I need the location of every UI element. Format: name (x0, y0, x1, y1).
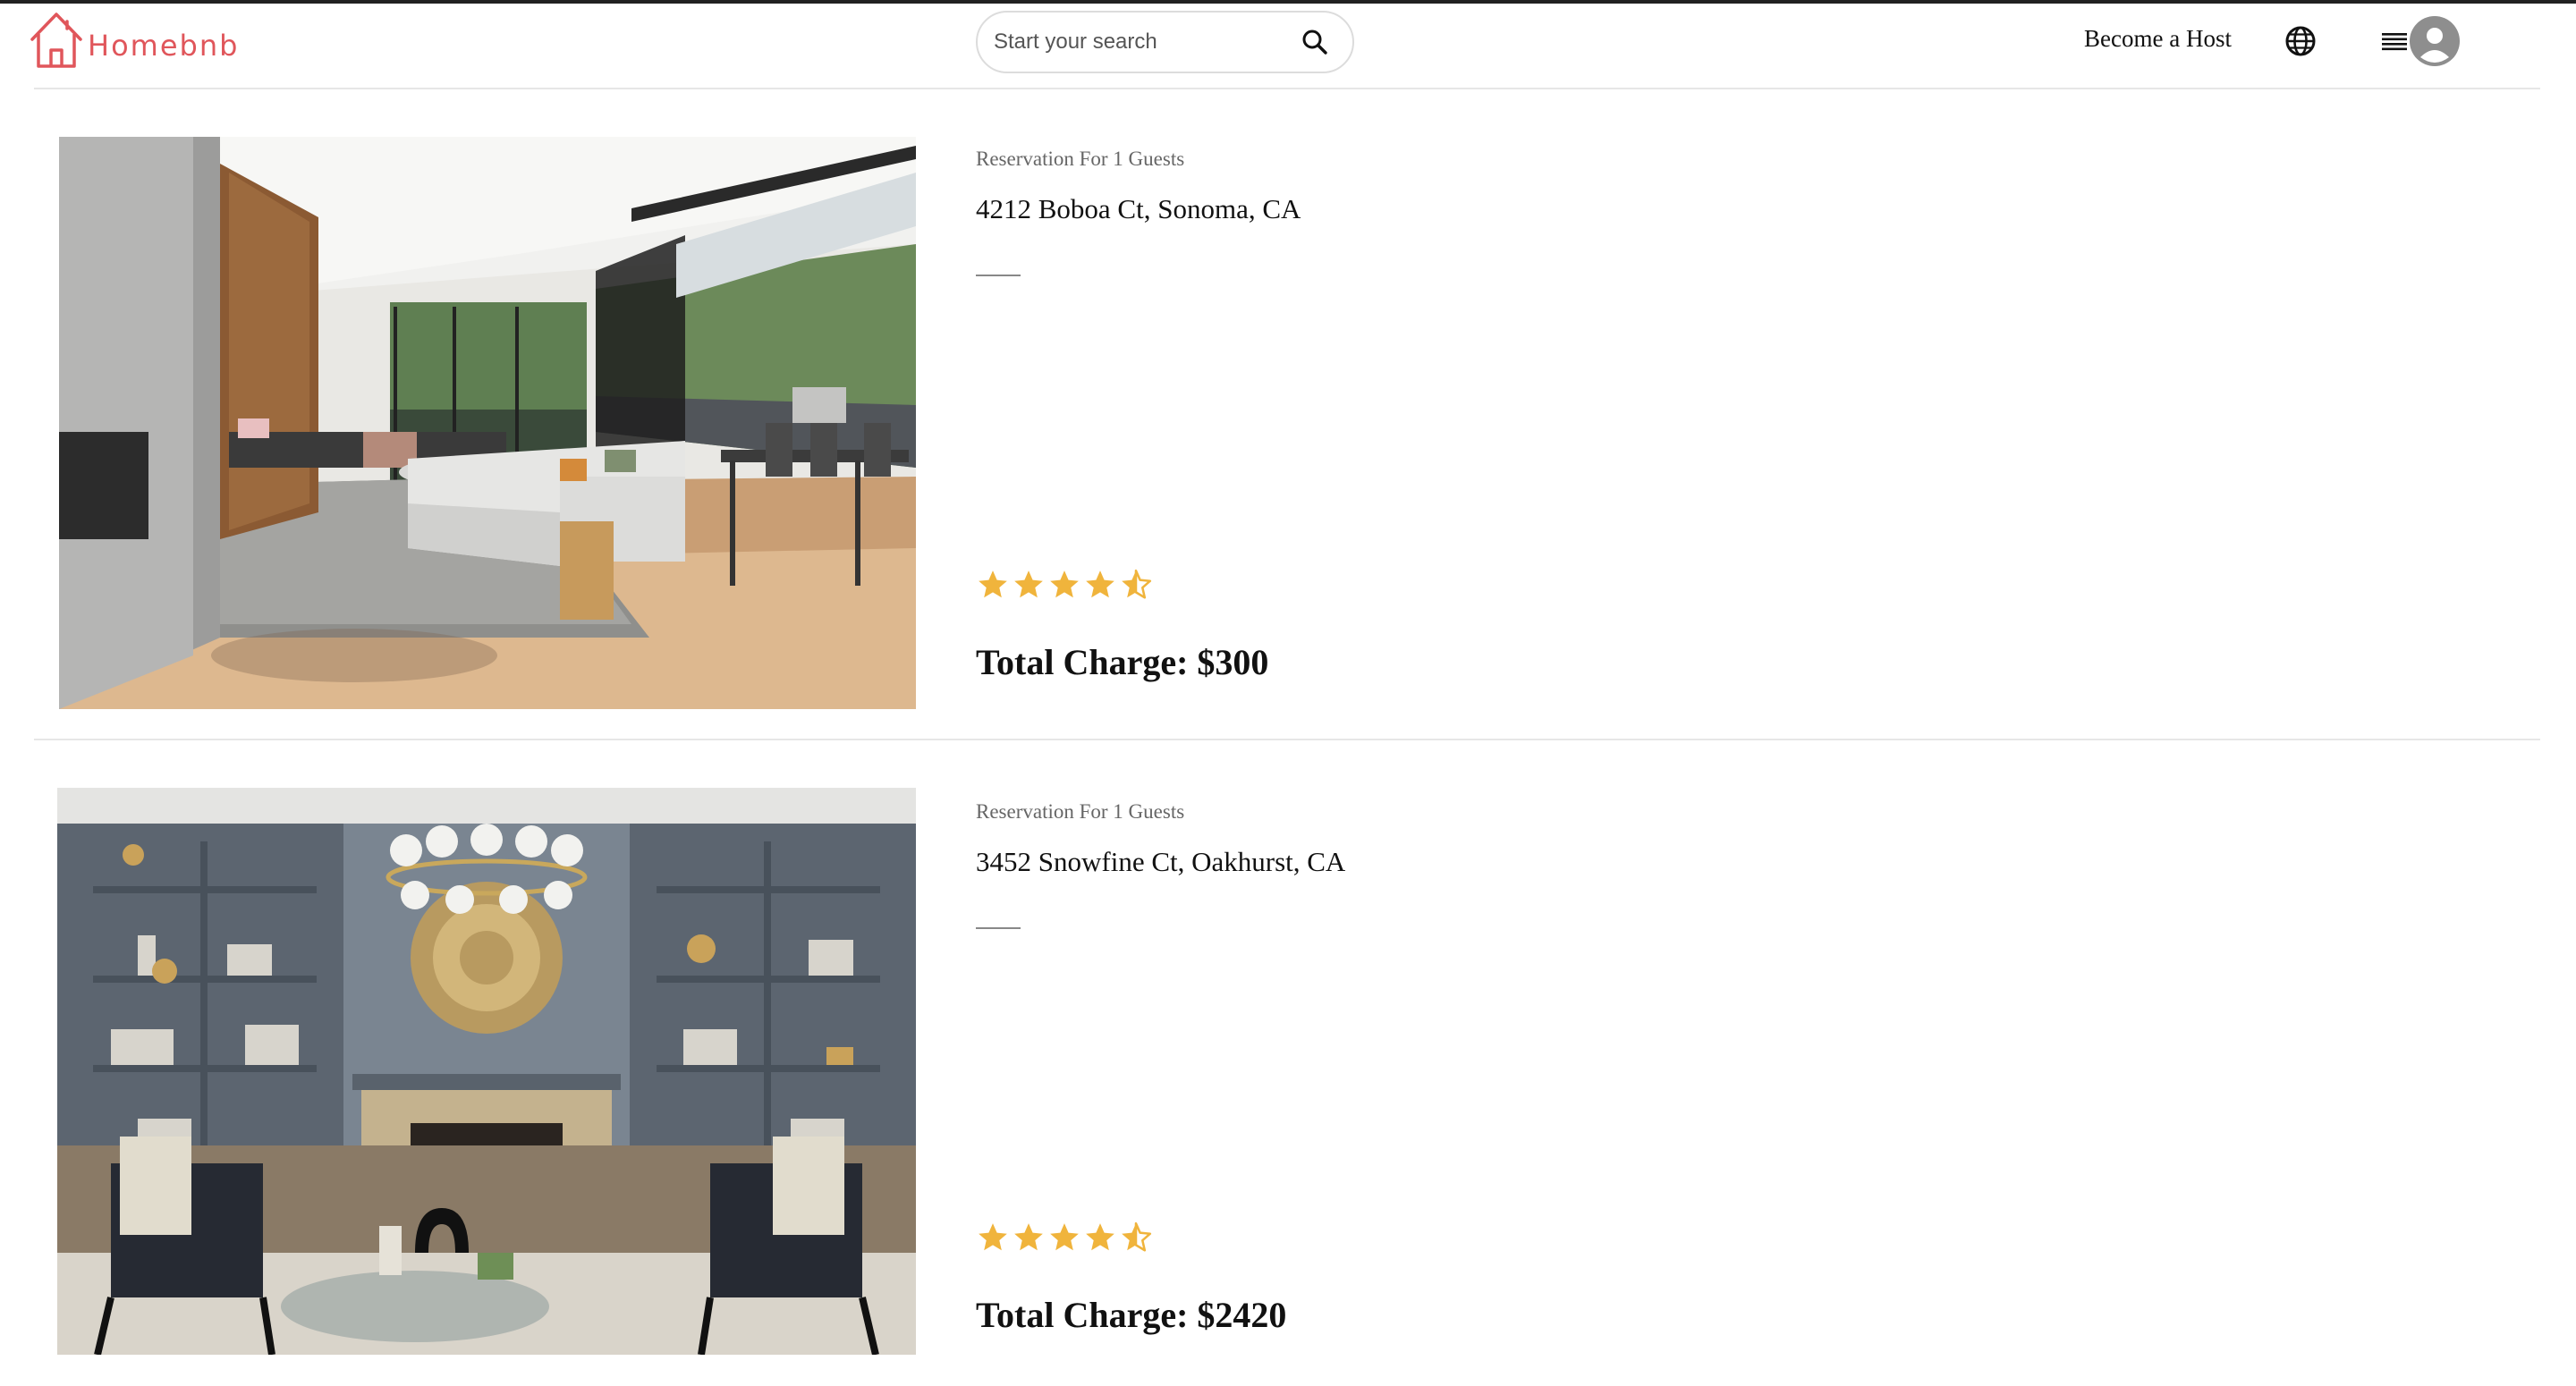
reservation-card: Reservation For 1 Guests 4212 Boboa Ct, … (34, 89, 2540, 740)
rating-stars (976, 568, 1153, 602)
become-host-link[interactable]: Become a Host (2084, 25, 2232, 53)
search-button[interactable] (1297, 24, 1333, 60)
user-avatar-icon (2420, 28, 2449, 63)
star-icon (1086, 570, 1114, 598)
listing-photo[interactable] (59, 137, 916, 709)
home-logo-icon (30, 13, 82, 68)
divider-dash (976, 275, 1021, 276)
search-bar[interactable] (976, 11, 1354, 73)
logo[interactable]: Homebnb (27, 7, 239, 72)
star-icon (979, 1223, 1007, 1251)
total-charge: Total Charge: $300 (976, 642, 1269, 682)
listing-address[interactable]: 4212 Boboa Ct, Sonoma, CA (976, 193, 1301, 225)
living-room-photo (57, 788, 916, 1355)
star-icon (979, 570, 1007, 598)
star-icon (1050, 570, 1079, 598)
globe-icon[interactable] (2283, 23, 2318, 59)
star-icon (1086, 1223, 1114, 1251)
star-icon (1050, 1223, 1079, 1251)
guests-label: Reservation For 1 Guests (976, 800, 1185, 823)
hamburger-menu-icon (2382, 33, 2407, 51)
logo-text: Homebnb (88, 29, 240, 63)
half-star-icon (1122, 1221, 1152, 1252)
search-icon (1302, 30, 1327, 55)
star-icon (1014, 570, 1043, 598)
site-header: Homebnb Become a Host (0, 4, 2576, 89)
living-room-photo (59, 137, 916, 709)
divider-dash (976, 927, 1021, 929)
listing-address[interactable]: 3452 Snowfine Ct, Oakhurst, CA (976, 846, 1345, 878)
listing-photo[interactable] (57, 788, 916, 1355)
half-star-icon (1122, 569, 1152, 599)
rating-stars (976, 1221, 1153, 1255)
avatar (2410, 16, 2460, 66)
guests-label: Reservation For 1 Guests (976, 148, 1185, 170)
total-charge: Total Charge: $2420 (976, 1295, 1287, 1335)
user-menu-button[interactable] (2381, 16, 2460, 66)
search-input[interactable] (994, 30, 1297, 55)
star-icon (1014, 1223, 1043, 1251)
reservation-card: Reservation For 1 Guests 3452 Snowfine C… (34, 742, 2540, 1386)
